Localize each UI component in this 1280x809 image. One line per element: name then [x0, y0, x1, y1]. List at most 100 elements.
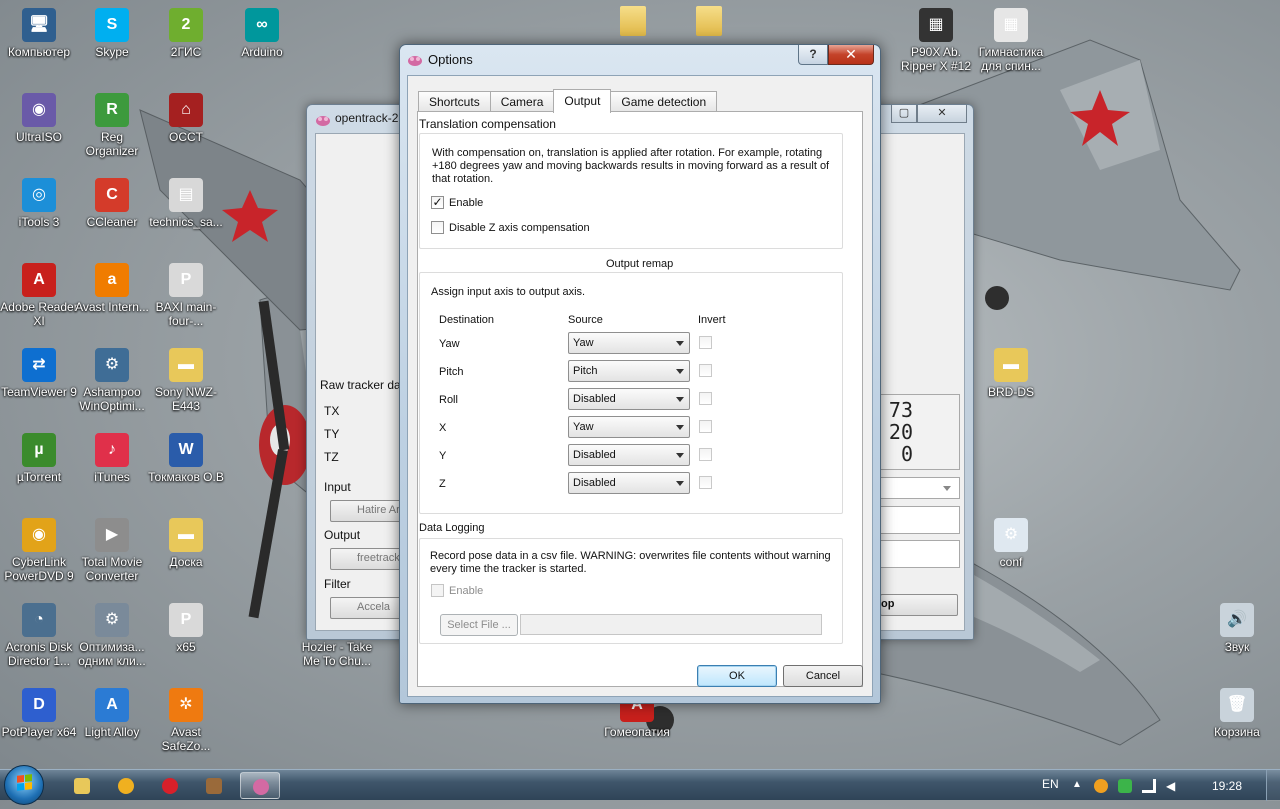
- folder-icon[interactable]: [620, 6, 646, 36]
- avast-tray-icon[interactable]: [1094, 779, 1108, 793]
- remap-source-yaw[interactable]: Yaw: [568, 332, 690, 354]
- chevron-up-icon[interactable]: ▲: [1072, 779, 1082, 793]
- filter-button[interactable]: Accela: [330, 597, 402, 619]
- filter-value: Accela: [357, 601, 391, 613]
- desktop-icon-label: x65: [176, 640, 196, 654]
- disable-z-checkbox[interactable]: [431, 221, 444, 234]
- desktop-app-icon: 🔊: [1220, 603, 1254, 637]
- desktop-icon[interactable]: a Avast Intern...: [73, 263, 151, 314]
- raw-tracker-label: Raw tracker data: [320, 378, 411, 392]
- desktop-icon-label: 2ГИС: [170, 45, 202, 59]
- desktop-icon[interactable]: Px65: [147, 603, 225, 654]
- desktop-app-icon: A: [22, 263, 56, 297]
- options-dialog[interactable]: Options ? ✕ Shortcuts Camera Output Game…: [399, 44, 881, 704]
- desktop-icon-label: Звук: [1224, 640, 1250, 654]
- desktop-icon[interactable]: µ µTorrent: [0, 433, 78, 484]
- tab-output[interactable]: Output: [553, 89, 612, 113]
- remap-source-x[interactable]: Yaw: [568, 416, 690, 438]
- desktop-app-icon: ▬: [169, 518, 203, 552]
- stop-button[interactable]: op: [880, 594, 958, 616]
- desktop-icon[interactable]: ♪ iTunes: [73, 433, 151, 484]
- desktop-icon[interactable]: ⇄ TeamViewer 9: [0, 348, 78, 399]
- remap-source-x-value: Yaw: [573, 421, 594, 433]
- desktop-icon[interactable]: A Light Alloy: [73, 688, 151, 739]
- profile-field[interactable]: [880, 506, 960, 534]
- remap-invert-roll[interactable]: [699, 392, 712, 405]
- close-button[interactable]: ✕: [828, 45, 874, 65]
- folder-icon[interactable]: [696, 6, 722, 36]
- desktop-icon-label: BRD-DS: [987, 385, 1034, 399]
- desktop-icon[interactable]: R Reg Organizer: [73, 93, 151, 158]
- logging-enable-checkbox[interactable]: [431, 584, 444, 597]
- desktop-icon[interactable]: C CCleaner: [73, 178, 151, 229]
- taskbar-opera[interactable]: [150, 772, 190, 799]
- desktop-icon[interactable]: ▤ technics_sa...: [147, 178, 225, 229]
- tab-game-detection[interactable]: Game detection: [610, 91, 718, 112]
- desktop-icon[interactable]: ⌂ OCCT: [147, 93, 225, 144]
- remap-source-z[interactable]: Disabled: [568, 472, 690, 494]
- desktop-icon[interactable]: ◉ UltraISO: [0, 93, 78, 144]
- desktop-icon[interactable]: ▬ BRD-DS: [972, 348, 1050, 399]
- desktop-icon[interactable]: ▦ Гимнастика для спин...: [972, 8, 1050, 73]
- tab-camera[interactable]: Camera: [489, 91, 555, 112]
- desktop-icon[interactable]: ▬ Sony NWZ-E443: [147, 348, 225, 413]
- help-button[interactable]: ?: [798, 45, 828, 65]
- input-tracker-button[interactable]: Hatire Ar: [330, 500, 402, 522]
- start-button[interactable]: [4, 765, 44, 805]
- desktop-icon[interactable]: 🖥 Компьютер: [0, 8, 78, 59]
- remap-invert-yaw[interactable]: [699, 336, 712, 349]
- log-file-path-field[interactable]: [520, 614, 822, 635]
- desktop-icon[interactable]: ▦ P90X Ab. Ripper X #12: [897, 8, 975, 73]
- desktop-icon[interactable]: ⚙ Ashampoo WinOptimi...: [73, 348, 151, 413]
- desktop-icon[interactable]: S Skype: [73, 8, 151, 59]
- desktop-app-icon: P: [169, 603, 203, 637]
- desktop-icon-label: Корзина: [1214, 725, 1260, 739]
- desktop-app-icon: ▦: [994, 8, 1028, 42]
- remap-invert-y[interactable]: [699, 448, 712, 461]
- taskbar-app-4[interactable]: [194, 772, 234, 799]
- cancel-button[interactable]: Cancel: [783, 665, 863, 687]
- taskbar-app-2[interactable]: [106, 772, 146, 799]
- desktop-icon[interactable]: ✲ Avast SafeZo...: [147, 688, 225, 753]
- remap-source-y[interactable]: Disabled: [568, 444, 690, 466]
- volume-icon[interactable]: ◀: [1166, 779, 1180, 793]
- opentrack-close-button[interactable]: ✕: [917, 105, 967, 123]
- ok-button[interactable]: OK: [697, 665, 777, 687]
- language-indicator[interactable]: EN: [1042, 777, 1059, 791]
- network-signal-icon[interactable]: [1142, 779, 1156, 793]
- desktop-icon[interactable]: ∞ Arduino: [223, 8, 301, 59]
- minimize-button[interactable]: ▢: [891, 105, 917, 123]
- translation-enable-checkbox[interactable]: ✓: [431, 196, 444, 209]
- desktop-icon-label: CyberLink PowerDVD 9: [4, 555, 74, 583]
- taskbar-explorer[interactable]: [62, 772, 102, 799]
- tab-shortcuts[interactable]: Shortcuts: [418, 91, 491, 112]
- desktop-icon[interactable]: W Токмаков О.В: [147, 433, 225, 484]
- desktop-icon[interactable]: D PotPlayer x64: [0, 688, 78, 739]
- desktop-icon[interactable]: 2 2ГИС: [147, 8, 225, 59]
- taskbar: EN ▲ ◀ 19:28: [0, 765, 1280, 805]
- desktop-icon[interactable]: ⚙ Оптимиза... одним кли...: [73, 603, 151, 668]
- desktop-icon[interactable]: ◎ iTools 3: [0, 178, 78, 229]
- output-protocol-button[interactable]: freetrack: [330, 548, 402, 570]
- remap-source-roll[interactable]: Disabled: [568, 388, 690, 410]
- clock[interactable]: 19:28: [1212, 779, 1242, 793]
- remap-invert-x[interactable]: [699, 420, 712, 433]
- desktop-icon[interactable]: ⚙ conf: [972, 518, 1050, 569]
- desktop-icon[interactable]: A Adobe Reader XI: [0, 263, 78, 328]
- remap-source-pitch[interactable]: Pitch: [568, 360, 690, 382]
- desktop-icon[interactable]: 🗑 Корзина: [1198, 688, 1276, 739]
- remap-invert-z[interactable]: [699, 476, 712, 489]
- desktop-icon[interactable]: P BAXI main-four-...: [147, 263, 225, 328]
- desktop-icon[interactable]: 🔊 Звук: [1198, 603, 1276, 654]
- desktop-icon[interactable]: ▶ Total Movie Converter: [73, 518, 151, 583]
- desktop-icon[interactable]: ◉ CyberLink PowerDVD 9: [0, 518, 78, 583]
- desktop-icon[interactable]: ▬ Доска: [147, 518, 225, 569]
- select-file-button[interactable]: Select File ...: [440, 614, 518, 636]
- show-desktop-button[interactable]: [1266, 770, 1280, 801]
- utorrent-tray-icon[interactable]: [1118, 779, 1132, 793]
- taskbar-opentrack[interactable]: [240, 772, 280, 799]
- desktop-icon[interactable]: ◔ Acronis Disk Director 1...: [0, 603, 78, 668]
- remap-invert-pitch[interactable]: [699, 364, 712, 377]
- profile-combo[interactable]: [880, 477, 960, 499]
- profile-field-2[interactable]: [880, 540, 960, 568]
